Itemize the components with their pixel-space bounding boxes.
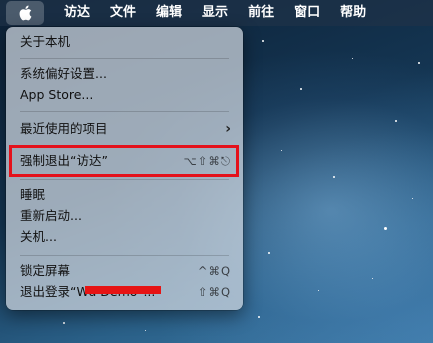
menubar-item-view[interactable]: 显示	[192, 0, 238, 26]
menu-item-sleep[interactable]: 睡眠	[6, 185, 243, 205]
menu-item-label: 关于本机	[20, 34, 71, 49]
star	[63, 322, 65, 324]
menu-item-label: 重新启动...	[20, 208, 82, 223]
apple-menu-button[interactable]	[6, 1, 44, 25]
menu-item-system-preferences[interactable]: 系统偏好设置...	[6, 64, 243, 84]
menubar-item-help[interactable]: 帮助	[330, 0, 376, 26]
menu-item-lock-screen[interactable]: 锁定屏幕 ^⌘Q	[6, 261, 243, 281]
menu-separator	[20, 179, 229, 180]
star	[318, 290, 319, 291]
star	[384, 227, 387, 230]
menu-item-shutdown[interactable]: 关机...	[6, 227, 243, 247]
redaction-bar	[85, 286, 161, 294]
menu-separator	[20, 58, 229, 59]
menu-item-restart[interactable]: 重新启动...	[6, 206, 243, 226]
star	[395, 120, 397, 122]
menu-separator	[20, 255, 229, 256]
apple-logo-icon	[19, 5, 32, 21]
star	[412, 198, 413, 199]
menu-item-about[interactable]: 关于本机	[6, 32, 243, 52]
menu-item-label: 关机...	[20, 229, 57, 244]
menubar-item-go[interactable]: 前往	[238, 0, 284, 26]
menu-bar: 访达 文件 编辑 显示 前往 窗口 帮助	[0, 0, 433, 26]
menu-item-app-store[interactable]: App Store...	[6, 85, 243, 105]
menu-item-label: App Store...	[20, 87, 94, 102]
star	[333, 176, 335, 178]
menubar-item-edit[interactable]: 编辑	[146, 0, 192, 26]
apple-menu-dropdown: 关于本机 系统偏好设置... App Store... 最近使用的项目 › 强制…	[6, 27, 243, 310]
star	[145, 330, 146, 331]
menu-separator	[20, 111, 229, 112]
star	[372, 278, 373, 279]
star	[352, 58, 353, 59]
star	[418, 62, 420, 64]
star	[281, 150, 282, 151]
keyboard-shortcut: ^⌘Q	[197, 264, 231, 278]
star	[268, 252, 270, 254]
keyboard-shortcut: ⇧⌘Q	[197, 285, 231, 299]
menu-item-label: 最近使用的项目	[20, 121, 108, 136]
star	[262, 40, 264, 42]
menubar-item-finder[interactable]: 访达	[54, 0, 100, 26]
menu-item-label: 系统偏好设置...	[20, 66, 107, 81]
highlight-annotation-box	[9, 145, 239, 177]
chevron-right-icon: ›	[225, 121, 231, 137]
star	[258, 316, 260, 318]
menubar-item-window[interactable]: 窗口	[284, 0, 330, 26]
menu-item-recent-items[interactable]: 最近使用的项目 ›	[6, 119, 243, 139]
star	[300, 88, 302, 90]
menu-item-label: 睡眠	[20, 187, 46, 202]
menubar-item-file[interactable]: 文件	[100, 0, 146, 26]
menu-item-label: 锁定屏幕	[20, 263, 71, 278]
